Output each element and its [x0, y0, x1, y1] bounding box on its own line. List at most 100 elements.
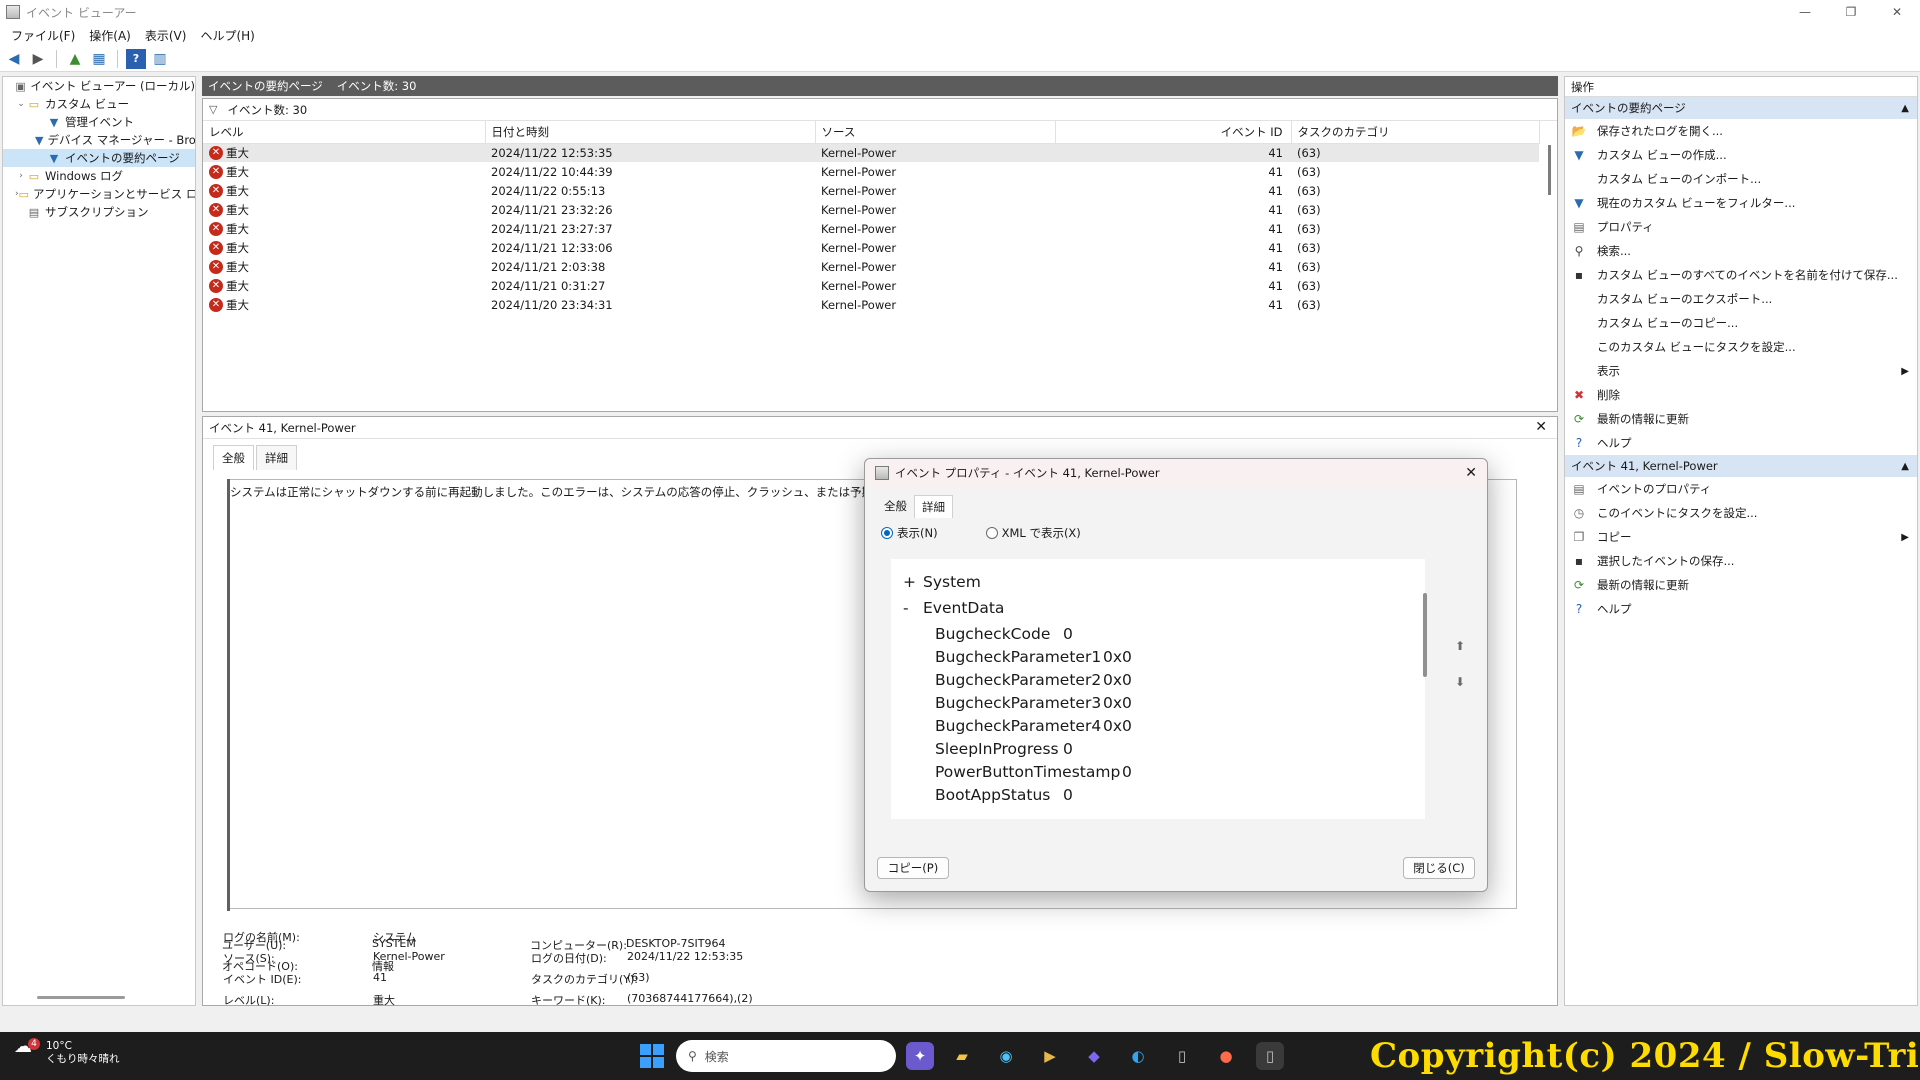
- previous-event-icon[interactable]: ⬆: [1451, 639, 1469, 657]
- action-item[interactable]: ▼ カスタム ビューの作成...: [1565, 143, 1917, 167]
- action-item[interactable]: ▼ 現在のカスタム ビューをフィルター...: [1565, 191, 1917, 215]
- tree-item[interactable]: ▼ 管理イベント: [3, 113, 195, 131]
- edge-dev-icon[interactable]: ◉: [992, 1042, 1020, 1070]
- table-row[interactable]: ✕ 重大 2024/11/22 0:55:13 Kernel-Power 41 (63): [203, 181, 1539, 200]
- copy-button[interactable]: コピー(P): [877, 857, 949, 879]
- tree-item[interactable]: ▼ イベントの要約ページ: [3, 149, 195, 167]
- table-row[interactable]: ✕ 重大 2024/11/21 2:03:38 Kernel-Power 41 (63): [203, 257, 1539, 276]
- action-item[interactable]: ❐ コピー ▶: [1565, 525, 1917, 549]
- tab-general[interactable]: 全般: [213, 445, 254, 470]
- terminal-icon[interactable]: ◆: [1080, 1042, 1108, 1070]
- table-row[interactable]: ✕ 重大 2024/11/22 10:44:39 Kernel-Power 41 (63): [203, 162, 1539, 181]
- xml-view-radio[interactable]: XML で表示(X): [985, 525, 1081, 541]
- tree-item[interactable]: › ▭ Windows ログ: [3, 167, 195, 185]
- event-viewer-active-icon[interactable]: ▯: [1256, 1042, 1284, 1070]
- close-icon[interactable]: ✕: [1465, 465, 1477, 481]
- action-item[interactable]: ✖ 削除: [1565, 383, 1917, 407]
- action-item[interactable]: ⚲ 検索...: [1565, 239, 1917, 263]
- col-task-category[interactable]: タスクのカテゴリ: [1291, 121, 1540, 144]
- action-item[interactable]: このカスタム ビューにタスクを設定...: [1565, 335, 1917, 359]
- expand-toggle[interactable]: +: [903, 573, 916, 591]
- action-pane-icon[interactable]: ▥: [150, 49, 170, 69]
- events-scrollbar[interactable]: [1548, 145, 1551, 195]
- tree-scrollbar[interactable]: [37, 996, 125, 999]
- copilot-icon[interactable]: ✦: [906, 1042, 934, 1070]
- table-row[interactable]: ✕ 重大 2024/11/21 23:27:37 Kernel-Power 41 (63): [203, 219, 1539, 238]
- eventdata-node[interactable]: EventData: [923, 599, 1004, 617]
- app-icon[interactable]: ●: [1212, 1042, 1240, 1070]
- action-item[interactable]: ? ヘルプ: [1565, 597, 1917, 621]
- help-icon[interactable]: ?: [126, 48, 146, 69]
- collapse-arrow-icon[interactable]: ▲: [1901, 461, 1909, 472]
- expander-icon[interactable]: ⌄: [15, 99, 27, 109]
- action-item[interactable]: ▤ イベントのプロパティ: [1565, 477, 1917, 501]
- close-icon[interactable]: ✕: [1535, 419, 1547, 435]
- col-datetime[interactable]: 日付と時刻: [485, 121, 816, 144]
- actions-section-header[interactable]: イベントの要約ページ ▲: [1565, 97, 1917, 119]
- file-explorer-icon[interactable]: ▰: [948, 1042, 976, 1070]
- next-event-icon[interactable]: ⬇: [1451, 675, 1469, 693]
- action-item[interactable]: カスタム ビューのエクスポート...: [1565, 287, 1917, 311]
- action-item[interactable]: ▤ プロパティ: [1565, 215, 1917, 239]
- menu-help[interactable]: ヘルプ(H): [193, 27, 261, 44]
- close-dialog-button[interactable]: 閉じる(C): [1403, 857, 1475, 879]
- actions-section-header[interactable]: イベント 41, Kernel-Power ▲: [1565, 455, 1917, 477]
- show-hide-tree-icon[interactable]: ▦: [89, 49, 109, 69]
- minimize-button[interactable]: —: [1782, 0, 1828, 24]
- action-item[interactable]: 📂 保存されたログを開く...: [1565, 119, 1917, 143]
- back-icon[interactable]: ◀: [4, 49, 24, 69]
- tree-item[interactable]: ▼ デバイス マネージャー - Broth: [3, 131, 195, 149]
- edge-icon[interactable]: ◐: [1124, 1042, 1152, 1070]
- tab-general[interactable]: 全般: [877, 495, 914, 518]
- table-row[interactable]: ✕ 重大 2024/11/21 0:31:27 Kernel-Power 41 (63): [203, 276, 1539, 295]
- col-level[interactable]: レベル: [203, 121, 486, 144]
- table-row[interactable]: ✕ 重大 2024/11/21 12:33:06 Kernel-Power 41 (63): [203, 238, 1539, 257]
- action-label: カスタム ビューのエクスポート...: [1597, 292, 1773, 306]
- expander-icon[interactable]: ›: [15, 171, 27, 181]
- collapse-arrow-icon[interactable]: ▲: [1901, 103, 1909, 114]
- action-item[interactable]: ◷ このイベントにタスクを設定...: [1565, 501, 1917, 525]
- action-item[interactable]: 表示 ▶: [1565, 359, 1917, 383]
- col-event-id[interactable]: イベント ID: [1055, 121, 1292, 144]
- event-properties-dialog: イベント プロパティ - イベント 41, Kernel-Power ✕ 全般 …: [864, 458, 1488, 892]
- action-item[interactable]: ⟳ 最新の情報に更新: [1565, 407, 1917, 431]
- system-node[interactable]: System: [923, 573, 981, 591]
- col-source[interactable]: ソース: [815, 121, 1056, 144]
- action-item[interactable]: ⟳ 最新の情報に更新: [1565, 573, 1917, 597]
- tree-item[interactable]: ▣ イベント ビューアー (ローカル): [3, 77, 195, 95]
- action-label: カスタム ビューの作成...: [1597, 148, 1727, 162]
- up-folder-icon[interactable]: ▲: [65, 49, 85, 69]
- menu-view[interactable]: 表示(V): [138, 27, 194, 44]
- menu-action[interactable]: 操作(A): [82, 27, 138, 44]
- table-row[interactable]: ✕ 重大 2024/11/21 23:32:26 Kernel-Power 41 (63): [203, 200, 1539, 219]
- cell-event-id: 41: [1055, 257, 1291, 276]
- tree-item[interactable]: ▤ サブスクリプション: [3, 203, 195, 221]
- maximize-button[interactable]: ❐: [1828, 0, 1874, 24]
- close-button[interactable]: ✕: [1874, 0, 1920, 24]
- tree-item[interactable]: ⌄ ▭ カスタム ビュー: [3, 95, 195, 113]
- friendly-view-radio[interactable]: 表示(N): [881, 525, 938, 541]
- action-item[interactable]: ? ヘルプ: [1565, 431, 1917, 455]
- cell-level: ✕ 重大: [203, 143, 485, 162]
- collapse-toggle[interactable]: -: [903, 599, 909, 617]
- tree-item[interactable]: › ▭ アプリケーションとサービス ログ: [3, 185, 195, 203]
- action-item[interactable]: ▪ 選択したイベントの保存...: [1565, 549, 1917, 573]
- table-row[interactable]: ✕ 重大 2024/11/22 12:53:35 Kernel-Power 41 (63): [203, 143, 1539, 162]
- action-item[interactable]: カスタム ビューのコピー...: [1565, 311, 1917, 335]
- tab-details[interactable]: 詳細: [256, 445, 297, 470]
- action-item[interactable]: ▪ カスタム ビューのすべてのイベントを名前を付けて保存...: [1565, 263, 1917, 287]
- media-player-icon[interactable]: ▶: [1036, 1042, 1064, 1070]
- taskbar-search[interactable]: ⚲ 検索: [676, 1040, 896, 1072]
- table-row[interactable]: ✕ 重大 2024/11/20 23:34:31 Kernel-Power 41 (63): [203, 295, 1539, 314]
- weather-widget[interactable]: ☁ 4 10°C くもり時々晴れ: [14, 1038, 120, 1066]
- start-button[interactable]: [640, 1044, 664, 1068]
- data-view-scrollbar[interactable]: [1423, 593, 1427, 677]
- action-item[interactable]: カスタム ビューのインポート...: [1565, 167, 1917, 191]
- tab-details[interactable]: 詳細: [914, 495, 953, 518]
- event-data-view[interactable]: + System - EventData BugcheckCode 0 Bugche…: [891, 559, 1427, 819]
- forward-icon[interactable]: ▶: [28, 49, 48, 69]
- field-value: 重大: [373, 994, 395, 1007]
- event-viewer-taskbar-icon[interactable]: ▯: [1168, 1042, 1196, 1070]
- save-icon: ▪: [1574, 268, 1584, 282]
- menu-file[interactable]: ファイル(F): [4, 27, 82, 44]
